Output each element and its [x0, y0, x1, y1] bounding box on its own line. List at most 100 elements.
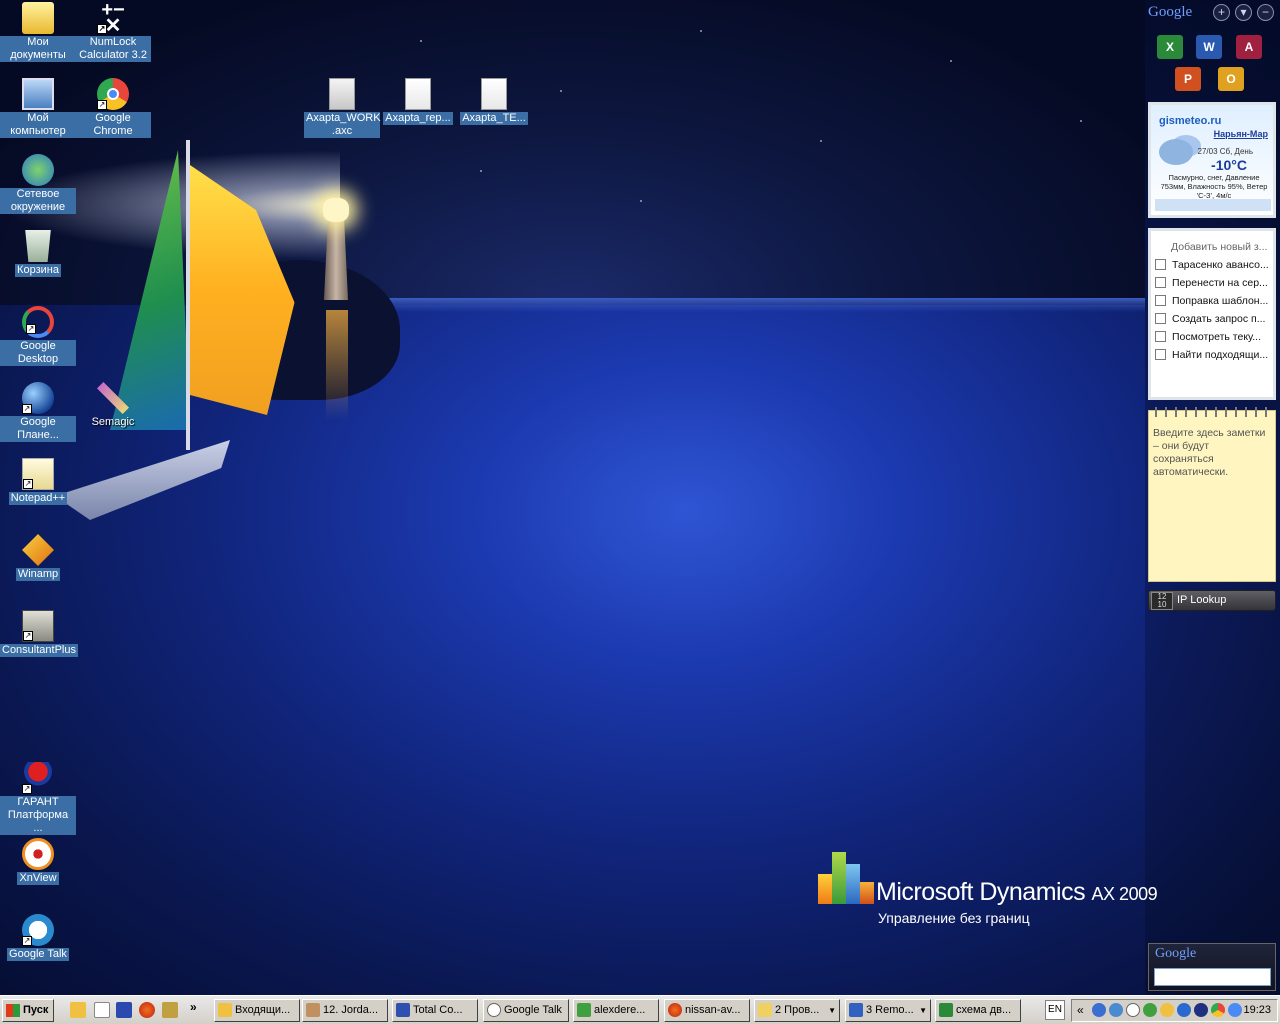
- todo-item[interactable]: Посмотреть теку...: [1155, 331, 1271, 349]
- notepad-rings: [1155, 407, 1271, 417]
- taskbar-button-alexdere[interactable]: alexdere...: [573, 999, 659, 1022]
- quicklaunch-outlook-icon[interactable]: [70, 1002, 86, 1018]
- powerpoint-icon[interactable]: P: [1175, 67, 1201, 91]
- ip-lookup-gadget[interactable]: 12 10 IP Lookup: [1148, 590, 1276, 611]
- desktop-icon-google-desktop[interactable]: ↗ Google Desktop: [0, 306, 76, 366]
- tray-android-icon[interactable]: [1143, 1003, 1157, 1017]
- word-icon[interactable]: W: [1196, 35, 1222, 59]
- quicklaunch-more[interactable]: »: [190, 1000, 197, 1014]
- todo-checkbox[interactable]: [1155, 277, 1166, 288]
- tray-expand-icon[interactable]: «: [1077, 1003, 1084, 1017]
- language-indicator[interactable]: EN: [1045, 1000, 1065, 1020]
- tray-chat-icon[interactable]: [1126, 1003, 1140, 1017]
- consultant-icon: ↗: [22, 610, 54, 642]
- desktop-icon-google-chrome[interactable]: ↗ Google Chrome: [75, 78, 151, 138]
- taskbar-button-google-talk[interactable]: Google Talk: [483, 999, 569, 1022]
- todo-checkbox[interactable]: [1155, 313, 1166, 324]
- desktop-icon-xnview[interactable]: XnView: [0, 838, 76, 885]
- tray-google-icon[interactable]: [1228, 1003, 1242, 1017]
- taskbar-button-inbox[interactable]: Входящи...: [214, 999, 300, 1022]
- sidebar-menu-icon[interactable]: ▾: [1235, 4, 1252, 21]
- tray-mail-icon[interactable]: [1160, 1003, 1174, 1017]
- quicklaunch-firefox-icon[interactable]: [139, 1002, 155, 1018]
- taskbar-button-explorer-group[interactable]: 2 Пров... ▼: [754, 999, 840, 1022]
- desktop-icon-network[interactable]: Сетевое окружение: [0, 154, 76, 214]
- desktop-icon-google-earth[interactable]: ↗ Google Плане...: [0, 382, 76, 442]
- tray-monitor-icon[interactable]: [1109, 1003, 1123, 1017]
- taskbar-button-remote-group[interactable]: 3 Remo... ▼: [845, 999, 931, 1022]
- outlook-icon[interactable]: O: [1218, 67, 1244, 91]
- desktop-icon-semagic[interactable]: Semagic: [75, 382, 151, 429]
- chrome-icon: ↗: [97, 78, 129, 110]
- google-search-gadget: Google: [1148, 943, 1276, 991]
- remote-icon: [849, 1003, 863, 1017]
- group-dropdown-icon: ▼: [919, 1006, 927, 1015]
- quicklaunch-save-icon[interactable]: [116, 1002, 132, 1018]
- todo-add-item[interactable]: Добавить новый з...: [1171, 241, 1271, 253]
- todo-item[interactable]: Найти подходящи...: [1155, 349, 1271, 367]
- access-icon[interactable]: A: [1236, 35, 1262, 59]
- shortcut-arrow-icon: ↗: [22, 936, 32, 946]
- shortcut-arrow-icon: ↗: [97, 100, 107, 110]
- taskbar-button-nissan[interactable]: nissan-av...: [664, 999, 750, 1022]
- desktop-icon-google-talk[interactable]: ↗ Google Talk: [0, 914, 76, 961]
- todo-item[interactable]: Перенести на сер...: [1155, 277, 1271, 295]
- taskbar-button-total-commander[interactable]: Total Co...: [392, 999, 478, 1022]
- desktop-icon-axapta-work[interactable]: Axapta_WORK .axc: [304, 78, 381, 138]
- notes-gadget[interactable]: Введите здесь заметки – они будут сохран…: [1148, 407, 1276, 582]
- my-computer-icon: [22, 78, 54, 110]
- todo-item[interactable]: Создать запрос п...: [1155, 313, 1271, 331]
- todo-checkbox[interactable]: [1155, 331, 1166, 342]
- taskbar-button-excel[interactable]: схема дв...: [935, 999, 1021, 1022]
- desktop-icon-axapta-te[interactable]: Axapta_TE...: [456, 78, 532, 125]
- google-talk-icon: ↗: [22, 914, 54, 946]
- todo-item[interactable]: Тарасенко авансо...: [1155, 259, 1271, 277]
- sidebar-minimize-icon[interactable]: −: [1257, 4, 1274, 21]
- todo-checkbox[interactable]: [1155, 259, 1166, 270]
- desktop-icon-axapta-rep[interactable]: Axapta_rep...: [380, 78, 456, 125]
- desktop-icon-my-documents[interactable]: Мои документы: [0, 2, 76, 62]
- shortcut-arrow-icon: ↗: [23, 631, 33, 641]
- quicklaunch-app-icon[interactable]: [162, 1002, 178, 1018]
- notes-placeholder[interactable]: Введите здесь заметки – они будут сохран…: [1153, 427, 1271, 479]
- tray-network-icon[interactable]: [1092, 1003, 1106, 1017]
- shortcut-arrow-icon: ↗: [97, 24, 107, 34]
- shortcut-arrow-icon: ↗: [22, 404, 32, 414]
- desktop-icon-consultantplus[interactable]: ↗ ConsultantPlus: [0, 610, 78, 657]
- weather-city[interactable]: Нарьян-Мар: [1214, 129, 1268, 139]
- sidebar-add-icon[interactable]: +: [1213, 4, 1230, 21]
- taskbar-button-jorda[interactable]: 12. Jorda...: [302, 999, 388, 1022]
- desktop-icon-winamp[interactable]: Winamp: [0, 534, 76, 581]
- tray-audio-icon[interactable]: [1194, 1003, 1208, 1017]
- desktop-icon-my-computer[interactable]: Мой компьютер: [0, 78, 76, 138]
- quicklaunch-doc-icon[interactable]: [94, 1002, 110, 1018]
- notepad-icon: ↗: [22, 458, 54, 490]
- desktop-icon-notepad-plus[interactable]: ↗ Notepad++: [0, 458, 76, 505]
- weather-site[interactable]: gismeteo.ru: [1159, 115, 1221, 127]
- lighthouse-light: [323, 198, 349, 222]
- todo-item[interactable]: Поправка шаблон...: [1155, 295, 1271, 313]
- todo-checkbox[interactable]: [1155, 295, 1166, 306]
- taskbar-clock[interactable]: 19:23: [1243, 1004, 1271, 1016]
- desktop-icon-numlock-calculator[interactable]: +− ✕ ↗ NumLock Calculator 3.2: [75, 0, 151, 62]
- excel-icon: [939, 1003, 953, 1017]
- mail-icon: [218, 1003, 232, 1017]
- group-dropdown-icon: ▼: [828, 1006, 836, 1015]
- tray-skype-icon[interactable]: [1177, 1003, 1191, 1017]
- weather-forecast-strip: [1155, 199, 1271, 211]
- axapta-file-icon: [329, 78, 355, 110]
- excel-icon[interactable]: X: [1157, 35, 1183, 59]
- desktop-icon-garant[interactable]: ↗ ГАРАНТ Платформа ...: [0, 762, 76, 835]
- start-button[interactable]: Пуск: [2, 999, 54, 1022]
- desktop-icon-recycle-bin[interactable]: Корзина: [0, 230, 76, 277]
- tray-chrome-icon[interactable]: [1211, 1003, 1225, 1017]
- google-search-input[interactable]: [1154, 968, 1271, 986]
- taskbar: Пуск » Входящи... 12. Jorda... Total Co.…: [0, 995, 1280, 1024]
- shortcut-arrow-icon: ↗: [23, 479, 33, 489]
- todo-checkbox[interactable]: [1155, 349, 1166, 360]
- weather-gadget[interactable]: gismeteo.ru Нарьян-Мар 27/03 Сб, День -1…: [1148, 102, 1276, 218]
- google-search-logo: Google: [1155, 946, 1197, 961]
- axapta-file-icon: [405, 78, 431, 110]
- google-desktop-icon: ↗: [22, 306, 54, 338]
- star: [640, 200, 642, 202]
